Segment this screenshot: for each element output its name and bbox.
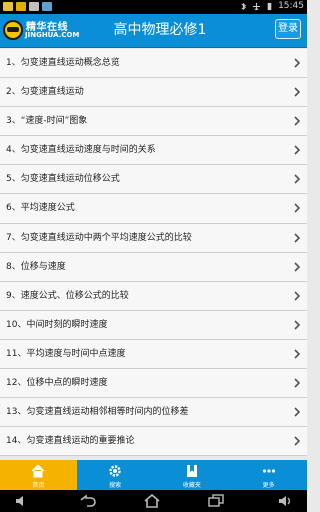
chevron-right-icon — [294, 262, 301, 272]
more-icon — [262, 469, 275, 473]
home-icon — [32, 464, 45, 478]
chevron-right-icon — [294, 116, 301, 126]
list-item-label: 4、匀变速直线运动速度与时间的关系 — [6, 145, 156, 156]
list-item[interactable]: 6、平均速度公式 — [0, 194, 307, 224]
chevron-right-icon — [294, 436, 301, 446]
notification-icon — [42, 2, 52, 11]
battery-icon — [267, 2, 272, 10]
chevron-right-icon — [294, 320, 301, 330]
list-item-label: 10、中间时刻的瞬时速度 — [6, 319, 108, 330]
recent-apps-icon[interactable] — [207, 494, 225, 508]
list-item[interactable]: 14、匀变速直线运动的重要推论 — [0, 427, 307, 457]
tab-label: 更多 — [262, 482, 275, 489]
airplane-icon — [252, 2, 261, 10]
notification-icon — [29, 2, 39, 11]
tab-label: 搜索 — [109, 482, 122, 489]
page-title: 高中物理必修1 — [113, 22, 207, 38]
tab-home[interactable]: 首页 — [0, 460, 77, 490]
list-item[interactable]: 7、匀变速直线运动中两个平均速度公式的比较 — [0, 223, 307, 253]
notification-icon — [3, 2, 13, 11]
list-item[interactable]: 11、平均速度与时间中点速度 — [0, 339, 307, 370]
chevron-right-icon — [294, 349, 301, 359]
list-item-label: 14、匀变速直线运动的重要推论 — [6, 436, 135, 447]
chevron-right-icon — [294, 203, 301, 214]
list-item-label: 11、平均速度与时间中点速度 — [6, 348, 126, 359]
list-item-label: 1、匀变速直线运动概念总览 — [6, 58, 120, 68]
volume-up-icon[interactable] — [277, 494, 295, 508]
list-item[interactable]: 4、匀变速直线运动速度与时间的关系 — [0, 136, 307, 166]
tab-label: 收藏夹 — [182, 482, 201, 489]
notification-icon — [16, 2, 26, 11]
tab-more[interactable]: 更多 — [230, 460, 307, 490]
volume-down-icon[interactable] — [14, 494, 30, 508]
list-item-label: 7、匀变速直线运动中两个平均速度公式的比较 — [6, 232, 192, 243]
bottom-tab-bar: 首页 搜索 收藏夹 更多 — [0, 460, 307, 490]
list-item[interactable]: 12、位移中点的瞬时速度 — [0, 369, 307, 399]
app-header: 精华在线 JINGHUA.COM 高中物理必修1 登录 — [0, 14, 307, 48]
list-item[interactable]: 13、匀变速直线运动相邻相等时间内的位移差 — [0, 398, 307, 428]
chevron-right-icon — [294, 58, 301, 68]
list-item-label: 13、匀变速直线运动相邻相等时间内的位移差 — [6, 407, 189, 418]
tab-label: 首页 — [32, 482, 45, 489]
list-item-label: 8、位移与速度 — [6, 261, 66, 272]
list-item-label: 5、匀变速直线运动位移公式 — [6, 174, 120, 185]
list-item-label: 2、匀变速直线运动 — [6, 87, 84, 98]
logo-domain: JINGHUA.COM — [25, 31, 80, 39]
list-item[interactable]: 10、中间时刻的瞬时速度 — [0, 310, 307, 340]
list-item[interactable]: 5、匀变速直线运动位移公式 — [0, 165, 307, 195]
chevron-right-icon — [294, 291, 301, 301]
logo[interactable]: 精华在线 JINGHUA.COM — [3, 17, 79, 45]
notification-icons — [3, 2, 52, 11]
gear-icon — [109, 465, 121, 477]
login-button[interactable]: 登录 — [275, 19, 301, 39]
list-item-label: 9、速度公式、位移公式的比较 — [6, 290, 129, 301]
list-item[interactable]: 2、匀变速直线运动 — [0, 78, 307, 108]
logo-icon — [3, 20, 23, 40]
list-item-label: 3、“速度-时间”图象 — [6, 116, 88, 127]
bluetooth-icon — [241, 2, 246, 10]
chevron-right-icon — [294, 407, 301, 417]
clock: 15:45 — [278, 1, 304, 11]
list-item[interactable]: 3、“速度-时间”图象 — [0, 107, 307, 137]
chevron-right-icon — [294, 174, 301, 184]
chevron-right-icon — [294, 145, 301, 155]
list-item[interactable]: 8、位移与速度 — [0, 252, 307, 282]
chevron-right-icon — [294, 232, 301, 243]
chapter-list: 1、匀变速直线运动概念总览 2、匀变速直线运动 3、“速度-时间”图象 4、匀变… — [0, 49, 307, 457]
tab-search[interactable]: 搜索 — [77, 460, 154, 490]
list-item[interactable]: 9、速度公式、位移公式的比较 — [0, 281, 307, 311]
home-nav-icon[interactable] — [143, 494, 161, 508]
tab-favorites[interactable]: 收藏夹 — [154, 460, 231, 490]
system-nav-bar — [0, 490, 307, 512]
bookmark-icon — [186, 465, 197, 477]
list-item-label: 12、位移中点的瞬时速度 — [6, 378, 108, 389]
status-bar: 15:45 — [0, 0, 307, 14]
list-item[interactable]: 1、匀变速直线运动概念总览 — [0, 49, 307, 79]
list-item-label: 6、平均速度公式 — [6, 203, 75, 214]
chevron-right-icon — [294, 87, 301, 97]
back-icon[interactable] — [79, 494, 97, 508]
chevron-right-icon — [294, 378, 301, 388]
